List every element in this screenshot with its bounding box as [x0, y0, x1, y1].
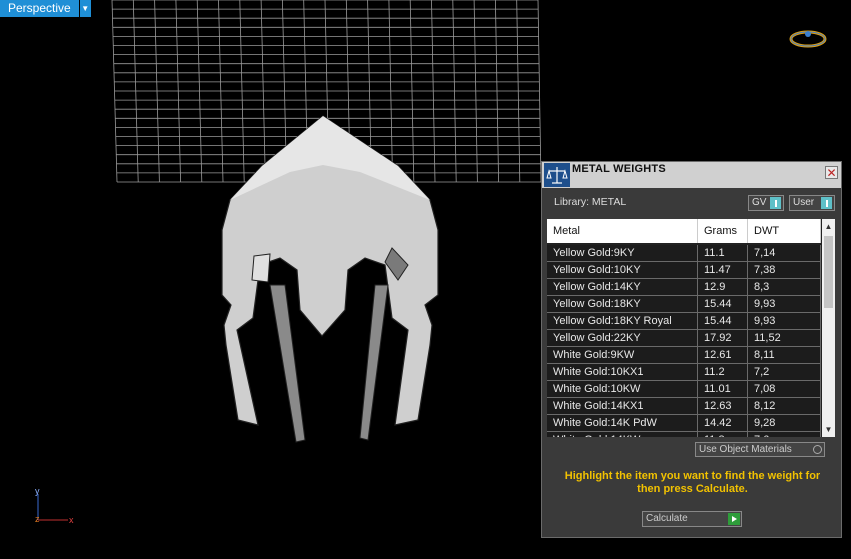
calculate-label: Calculate	[646, 513, 688, 524]
axis-gizmo: y z x	[35, 486, 74, 525]
cell-dwt: 7,2	[748, 364, 821, 380]
calculate-button[interactable]: Calculate	[642, 511, 742, 527]
table-row[interactable]: Yellow Gold:18KY 15.44 9,93	[547, 296, 821, 313]
library-label: Library: METAL	[554, 196, 627, 208]
table-row[interactable]: Yellow Gold:18KY Royal 15.44 9,93	[547, 313, 821, 330]
table-body: Yellow Gold:9KY 11.1 7,14 Yellow Gold:10KY 1…	[547, 245, 821, 437]
play-arrow-icon	[728, 513, 740, 525]
scale-logo-icon	[544, 163, 570, 187]
user-toggle[interactable]: User	[789, 195, 835, 211]
cell-grams: 14.42	[698, 415, 748, 431]
column-header-dwt[interactable]: DWT	[748, 219, 821, 243]
navigation-ring-icon[interactable]	[788, 28, 828, 50]
cell-dwt: 9,28	[748, 415, 821, 431]
cell-grams: 15.44	[698, 296, 748, 312]
scroll-thumb[interactable]	[824, 236, 833, 308]
cell-dwt: 8,12	[748, 398, 821, 414]
cell-dwt: 9,93	[748, 313, 821, 329]
metal-table: Metal Grams DWT Yellow Gold:9KY 11.1 7,14 Y…	[547, 219, 835, 437]
column-header-metal[interactable]: Metal	[547, 219, 698, 243]
cell-metal: Yellow Gold:18KY Royal	[547, 313, 698, 329]
cell-grams: 12.63	[698, 398, 748, 414]
table-row[interactable]: Yellow Gold:9KY 11.1 7,14	[547, 245, 821, 262]
table-row[interactable]: White Gold:14KX1 12.63 8,12	[547, 398, 821, 415]
table-row[interactable]: Yellow Gold:14KY 12.9 8,3	[547, 279, 821, 296]
cell-metal: White Gold:10KW	[547, 381, 698, 397]
cell-dwt: 7,6	[748, 432, 821, 437]
table-row[interactable]: White Gold:10KW 11.01 7,08	[547, 381, 821, 398]
cell-dwt: 11,52	[748, 330, 821, 346]
instruction-text: Highlight the item you want to find the …	[564, 470, 821, 495]
axis-y-label: y	[35, 486, 40, 496]
cell-metal: White Gold:14KX1	[547, 398, 698, 414]
table-header: Metal Grams DWT	[547, 219, 821, 243]
user-toggle-label: User	[793, 197, 815, 208]
cell-grams: 11.01	[698, 381, 748, 397]
user-indicator-icon	[821, 197, 832, 209]
scroll-down-icon[interactable]: ▼	[822, 423, 835, 436]
cell-metal: Yellow Gold:14KY	[547, 279, 698, 295]
cell-metal: Yellow Gold:22KY	[547, 330, 698, 346]
table-row[interactable]: White Gold:10KX1 11.2 7,2	[547, 364, 821, 381]
table-row[interactable]: Yellow Gold:22KY 17.92 11,52	[547, 330, 821, 347]
table-row[interactable]: Yellow Gold:10KY 11.47 7,38	[547, 262, 821, 279]
cell-grams: 17.92	[698, 330, 748, 346]
cell-metal: White Gold:14KW	[547, 432, 698, 437]
cell-grams: 15.44	[698, 313, 748, 329]
cell-dwt: 7,08	[748, 381, 821, 397]
table-row[interactable]: White Gold:14K PdW 14.42 9,28	[547, 415, 821, 432]
panel-titlebar[interactable]: METAL WEIGHTS ✕	[542, 162, 841, 188]
metal-weights-panel: METAL WEIGHTS ✕ Library: METAL GV User M…	[541, 161, 842, 538]
cell-grams: 11.2	[698, 364, 748, 380]
use-object-materials-label: Use Object Materials	[699, 444, 792, 455]
gv-indicator-icon	[770, 197, 781, 209]
close-button[interactable]: ✕	[825, 166, 838, 179]
cell-grams: 11.1	[698, 245, 748, 261]
cell-grams: 11.8	[698, 432, 748, 437]
cell-grams: 12.61	[698, 347, 748, 363]
axis-x-label: x	[69, 515, 74, 525]
table-row[interactable]: White Gold:14KW11.87,6	[547, 432, 821, 437]
gv-toggle-label: GV	[752, 197, 767, 208]
cell-dwt: 7,38	[748, 262, 821, 278]
viewport-label-text: Perspective	[0, 0, 79, 17]
cell-metal: White Gold:10KX1	[547, 364, 698, 380]
cell-metal: Yellow Gold:9KY	[547, 245, 698, 261]
cell-grams: 12.9	[698, 279, 748, 295]
helmet-model	[221, 115, 439, 443]
use-object-materials-checkbox[interactable]: Use Object Materials	[695, 442, 825, 457]
cell-metal: Yellow Gold:18KY	[547, 296, 698, 312]
cell-metal: White Gold:9KW	[547, 347, 698, 363]
cell-dwt: 8,3	[748, 279, 821, 295]
table-row[interactable]: White Gold:9KW 12.61 8,11	[547, 347, 821, 364]
cell-grams: 11.47	[698, 262, 748, 278]
viewport-dropdown-icon[interactable]: ▼	[79, 0, 91, 17]
axis-z-label: z	[35, 514, 40, 524]
column-header-grams[interactable]: Grams	[698, 219, 748, 243]
cell-dwt: 9,93	[748, 296, 821, 312]
scroll-up-icon[interactable]: ▲	[822, 220, 835, 233]
viewport-label[interactable]: Perspective ▼	[0, 0, 91, 17]
table-scrollbar[interactable]: ▲ ▼	[822, 219, 835, 437]
cell-dwt: 7,14	[748, 245, 821, 261]
checkbox-circle-icon	[813, 445, 822, 454]
gv-toggle[interactable]: GV	[748, 195, 784, 211]
panel-title: METAL WEIGHTS	[572, 163, 666, 175]
cell-metal: White Gold:14K PdW	[547, 415, 698, 431]
cell-metal: Yellow Gold:10KY	[547, 262, 698, 278]
cell-dwt: 8,11	[748, 347, 821, 363]
